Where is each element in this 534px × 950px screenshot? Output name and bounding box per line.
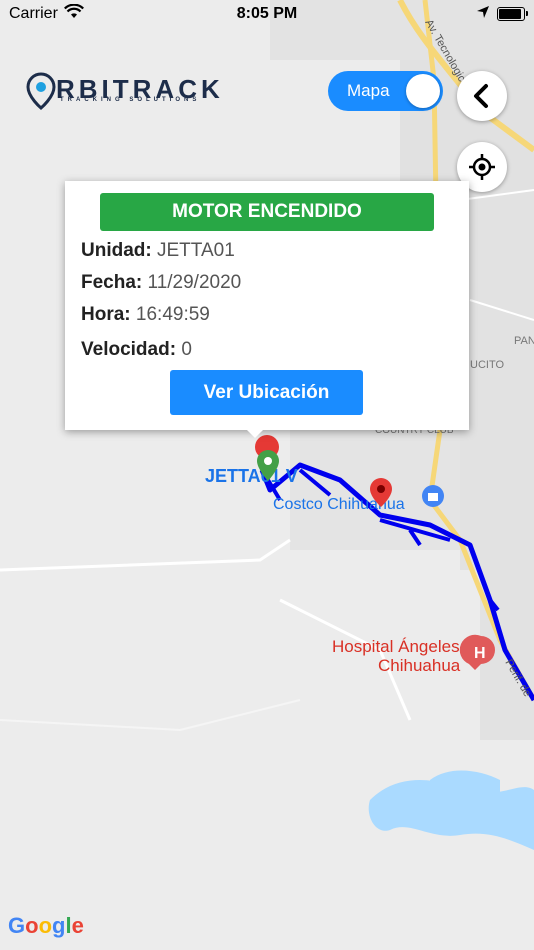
google-letter: G xyxy=(8,913,26,938)
clock: 8:05 PM xyxy=(236,5,298,22)
google-letter: e xyxy=(71,913,84,938)
ucito-label: UCITO xyxy=(470,359,504,371)
location-arrow-icon xyxy=(477,6,489,18)
toggle-knob xyxy=(406,74,440,108)
status-bar: Carrier 8:05 PM xyxy=(0,0,534,30)
velocidad-row: Velocidad: 0 xyxy=(81,339,192,361)
google-letter: o xyxy=(38,913,53,938)
fecha-row: Fecha: 11/29/2020 xyxy=(81,272,241,294)
app-logo: RBITRACK TRACKING SOLUTIONS xyxy=(26,72,236,112)
fecha-label: Fecha: xyxy=(81,272,143,293)
card-pointer xyxy=(245,428,265,438)
google-attribution[interactable]: Google xyxy=(8,913,84,939)
shopping-icon xyxy=(422,485,444,507)
battery-cap xyxy=(526,11,528,16)
map-toggle-label: Mapa xyxy=(347,81,390,100)
hora-row: Hora: 16:49:59 xyxy=(81,304,210,326)
logo-tagline: TRACKING SOLUTIONS xyxy=(60,97,201,103)
hospital-label-1: Hospital Ángeles xyxy=(332,637,460,656)
map-toggle[interactable]: Mapa xyxy=(328,71,443,111)
battery-level xyxy=(499,9,521,19)
vehicle-label: JETTA01 V xyxy=(205,466,298,486)
battery-icon xyxy=(497,7,525,21)
unidad-label: Unidad: xyxy=(81,240,152,261)
fecha-value: 11/29/2020 xyxy=(147,272,242,293)
vehicle-info-card: MOTOR ENCENDIDO Unidad: JETTA01 Fecha: 1… xyxy=(65,181,469,430)
logo-pin-icon xyxy=(26,72,56,110)
back-button[interactable] xyxy=(457,71,507,121)
google-letter: o xyxy=(25,913,39,938)
svg-text:H: H xyxy=(474,645,486,662)
google-letter: g xyxy=(52,913,66,938)
pan-label: PAN xyxy=(514,335,534,347)
ver-ubicacion-button[interactable]: Ver Ubicación xyxy=(170,370,363,415)
hora-label: Hora: xyxy=(81,304,131,325)
back-chevron-icon xyxy=(474,84,488,108)
unidad-row: Unidad: JETTA01 xyxy=(81,240,235,262)
velocidad-value: 0 xyxy=(181,339,192,360)
hora-value: 16:49:59 xyxy=(135,304,210,325)
unidad-value: JETTA01 xyxy=(157,240,235,261)
engine-status-badge: MOTOR ENCENDIDO xyxy=(100,193,434,231)
velocidad-label: Velocidad: xyxy=(81,339,177,360)
map-view[interactable]: Av. Tecnologico PAN UCITO COUNTRY CLUB J… xyxy=(0,0,534,950)
hospital-label-2: Chihuahua xyxy=(378,656,461,675)
